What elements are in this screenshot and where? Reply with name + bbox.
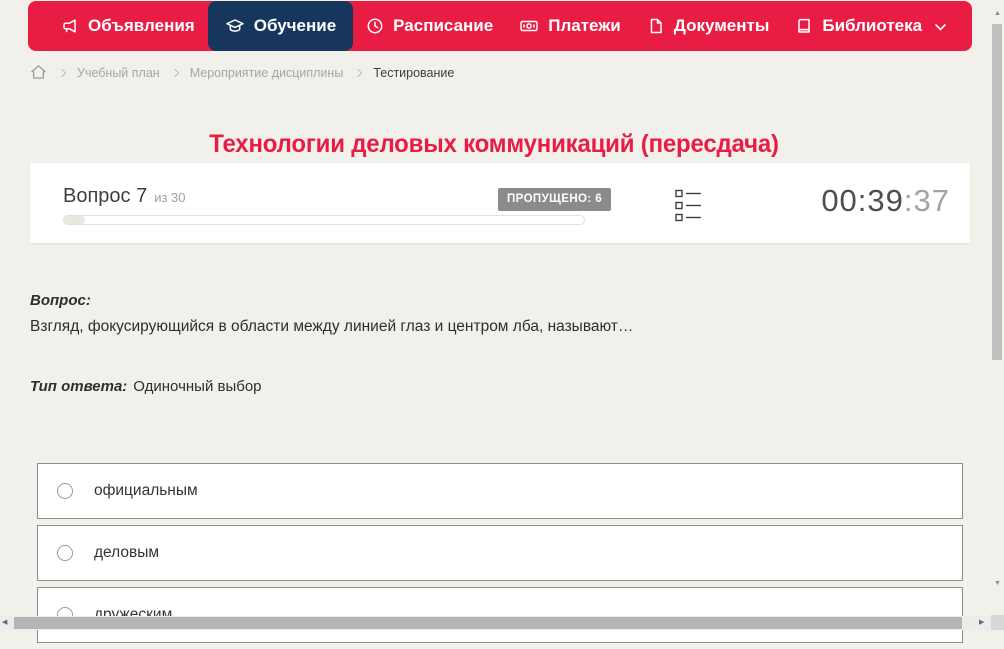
breadcrumb-separator-icon [170, 68, 179, 78]
breadcrumb-curriculum[interactable]: Учебный план [77, 66, 160, 80]
document-icon [647, 17, 665, 35]
vertical-scroll-down-arrow-icon[interactable]: ▼ [991, 580, 1004, 587]
nav-item-documents[interactable]: Документы [634, 1, 783, 51]
vertical-scrollbar-thumb[interactable] [992, 24, 1002, 360]
question-total-label: из 30 [154, 190, 186, 205]
progress-bar [63, 215, 585, 225]
nav-item-announcements[interactable]: Объявления [48, 1, 208, 51]
horizontal-scroll-left-arrow-icon[interactable]: ◀ [2, 618, 7, 626]
clock-icon [366, 17, 384, 35]
question-list-icon[interactable] [675, 189, 702, 228]
horizontal-scroll-right-arrow-icon[interactable]: ▶ [979, 618, 984, 626]
question-prompt-label: Вопрос: [30, 292, 91, 309]
question-header-panel: Вопрос 7 из 30 ПРОПУЩЕНО: 6 00:39:37 [30, 163, 970, 243]
vertical-scroll-up-arrow-icon[interactable]: ▲ [991, 10, 1004, 17]
timer-seconds: :37 [903, 183, 950, 218]
progress-fill [64, 216, 85, 224]
timer: 00:39:37 [821, 183, 950, 219]
answer-type-value: Одиночный выбор [133, 378, 262, 395]
breadcrumb-discipline-event[interactable]: Мероприятие дисциплины [190, 66, 344, 80]
graduation-cap-icon [225, 17, 245, 35]
nav-item-label: Обучение [253, 16, 337, 35]
nav-item-label: Библиотека [822, 16, 923, 35]
breadcrumb-separator-icon [354, 68, 363, 78]
question-number-label: Вопрос 7 [63, 185, 148, 207]
answer-type-label: Тип ответа: [30, 378, 128, 395]
nav-item-schedule[interactable]: Расписание [353, 1, 506, 51]
nav-item-label: Объявления [88, 16, 195, 35]
nav-item-label: Документы [673, 16, 770, 35]
option-official[interactable]: официальным [37, 463, 963, 519]
nav-item-payments[interactable]: Платежи [506, 1, 634, 51]
megaphone-icon [61, 17, 79, 35]
nav-item-label: Расписание [393, 16, 494, 35]
chevron-down-icon [935, 23, 946, 31]
home-icon[interactable] [30, 64, 47, 83]
scrollbar-corner [991, 615, 1004, 630]
main-nav: Объявления Обучение Расписание Платежи Д… [28, 1, 972, 51]
breadcrumb: Учебный план Мероприятие дисциплины Тест… [30, 63, 454, 83]
option-label: официальным [94, 482, 198, 499]
radio-button[interactable] [57, 545, 73, 561]
skipped-badge: ПРОПУЩЕНО: 6 [498, 188, 612, 211]
nav-item-learning[interactable]: Обучение [207, 1, 354, 51]
book-icon [795, 17, 813, 35]
option-label: деловым [94, 544, 160, 561]
radio-button[interactable] [57, 483, 73, 499]
breadcrumb-separator-icon [57, 68, 67, 78]
option-business[interactable]: деловым [37, 525, 963, 581]
option-friendly[interactable]: дружеским [37, 587, 963, 643]
breadcrumb-testing: Тестирование [373, 66, 455, 80]
timer-hours-minutes: 00:39 [821, 183, 904, 218]
nav-item-label: Платежи [548, 16, 621, 35]
page-title: Технологии деловых коммуникаций (пересда… [209, 129, 779, 158]
answer-type-row: Тип ответа: Одиночный выбор [30, 378, 262, 395]
cash-icon [519, 17, 539, 35]
question-number: Вопрос 7 из 30 [63, 185, 186, 208]
nav-item-library[interactable]: Библиотека [782, 1, 959, 51]
question-text: Взгляд, фокусирующийся в области между л… [30, 318, 634, 335]
horizontal-scrollbar-thumb[interactable] [14, 617, 962, 629]
